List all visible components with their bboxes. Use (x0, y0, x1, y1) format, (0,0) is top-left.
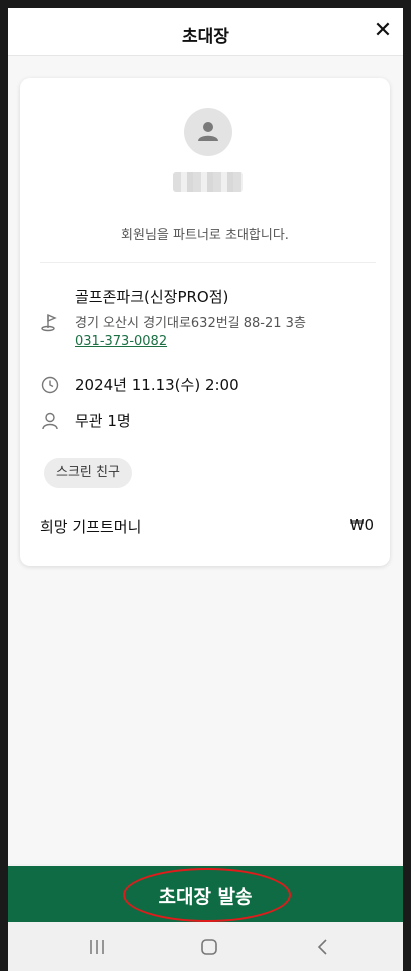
avatar (184, 108, 232, 156)
gift-money-value: ₩0 (349, 516, 374, 534)
person-outline-icon (42, 412, 58, 430)
app-screen: 초대장 ✕ 회원님을 파트너로 초대합니다. 골프존파크(신장PRO점) 경기 … (8, 8, 403, 971)
golf-flag-icon (41, 313, 57, 332)
person-icon (198, 122, 218, 141)
send-invite-button[interactable]: 초대장 발송 (8, 866, 403, 922)
invite-card: 회원님을 파트너로 초대합니다. 골프존파크(신장PRO점) 경기 오산시 경기… (20, 78, 390, 566)
guest-count: 무관 1명 (75, 412, 131, 430)
back-icon[interactable] (310, 934, 336, 960)
tag-chip: 스크린 친구 (44, 458, 132, 488)
header-bar: 초대장 ✕ (8, 8, 403, 56)
blurred-user-name (173, 172, 243, 192)
invite-message: 회원님을 파트너로 초대합니다. (121, 228, 289, 243)
recent-apps-icon[interactable] (84, 934, 110, 960)
annotation-circle (123, 868, 291, 922)
close-button[interactable]: ✕ (369, 18, 397, 46)
page-title: 초대장 (182, 27, 229, 47)
home-icon[interactable] (196, 934, 222, 960)
reservation-datetime: 2024년 11.13(수) 2:00 (75, 376, 239, 394)
content-area: 회원님을 파트너로 초대합니다. 골프존파크(신장PRO점) 경기 오산시 경기… (8, 56, 403, 864)
system-nav-bar (8, 922, 403, 971)
store-name: 골프존파크(신장PRO점) (75, 288, 229, 306)
store-address: 경기 오산시 경기대로632번길 88-21 3층 (75, 316, 306, 331)
gift-money-label: 희망 기프트머니 (40, 518, 142, 536)
store-phone-link[interactable]: 031-373-0082 (75, 334, 167, 349)
divider (40, 262, 376, 263)
clock-icon (41, 376, 59, 394)
